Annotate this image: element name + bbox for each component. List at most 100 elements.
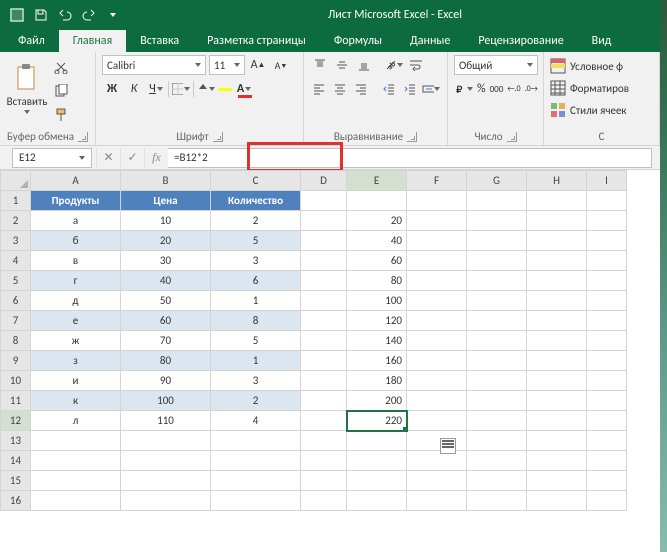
cell-H6[interactable] bbox=[527, 291, 587, 311]
cell-B15[interactable] bbox=[121, 471, 211, 491]
cell-A11[interactable]: к bbox=[31, 391, 121, 411]
row-header-4[interactable]: 4 bbox=[1, 251, 31, 271]
cell-E6[interactable]: 100 bbox=[347, 291, 407, 311]
cell-D14[interactable] bbox=[301, 451, 347, 471]
cell-G16[interactable] bbox=[467, 491, 527, 511]
align-center-icon[interactable] bbox=[331, 79, 350, 99]
cell-A1[interactable]: Продукты bbox=[31, 191, 121, 211]
cell-F9[interactable] bbox=[407, 351, 467, 371]
cell-C13[interactable] bbox=[211, 431, 301, 451]
cell-C12[interactable]: 4 bbox=[211, 411, 301, 431]
cell-H13[interactable] bbox=[527, 431, 587, 451]
cell-I16[interactable] bbox=[587, 491, 627, 511]
cell-E12[interactable]: 220 bbox=[347, 411, 407, 431]
cell-G3[interactable] bbox=[467, 231, 527, 251]
fill-color-icon[interactable] bbox=[196, 79, 216, 99]
merge-center-icon[interactable] bbox=[421, 79, 441, 99]
cell-E11[interactable]: 200 bbox=[347, 391, 407, 411]
align-right-icon[interactable] bbox=[351, 79, 370, 99]
cell-I6[interactable] bbox=[587, 291, 627, 311]
cell-F11[interactable] bbox=[407, 391, 467, 411]
cell-D1[interactable] bbox=[301, 191, 347, 211]
cell-B12[interactable]: 110 bbox=[121, 411, 211, 431]
cell-G7[interactable] bbox=[467, 311, 527, 331]
cell-A16[interactable] bbox=[31, 491, 121, 511]
cell-C11[interactable]: 2 bbox=[211, 391, 301, 411]
font-name-combo[interactable]: Calibri bbox=[102, 55, 206, 75]
cell-D4[interactable] bbox=[301, 251, 347, 271]
cell-C14[interactable] bbox=[211, 451, 301, 471]
redo-icon[interactable] bbox=[78, 4, 100, 26]
cell-F8[interactable] bbox=[407, 331, 467, 351]
cell-C10[interactable]: 3 bbox=[211, 371, 301, 391]
cell-G2[interactable] bbox=[467, 211, 527, 231]
font-dialog-launcher-icon[interactable] bbox=[213, 132, 223, 142]
cell-B3[interactable]: 20 bbox=[121, 231, 211, 251]
cell-E5[interactable]: 80 bbox=[347, 271, 407, 291]
cell-C9[interactable]: 1 bbox=[211, 351, 301, 371]
col-header-A[interactable]: A bbox=[31, 171, 121, 191]
cell-I14[interactable] bbox=[587, 451, 627, 471]
row-header-15[interactable]: 15 bbox=[1, 471, 31, 491]
save-icon[interactable] bbox=[30, 4, 52, 26]
col-header-I[interactable]: I bbox=[587, 171, 627, 191]
cell-I10[interactable] bbox=[587, 371, 627, 391]
increase-decimal-icon[interactable]: ←.0 bbox=[506, 79, 521, 99]
cell-A15[interactable] bbox=[31, 471, 121, 491]
cell-G4[interactable] bbox=[467, 251, 527, 271]
cell-D11[interactable] bbox=[301, 391, 347, 411]
fx-icon[interactable]: fx bbox=[144, 148, 168, 168]
cell-A4[interactable]: в bbox=[31, 251, 121, 271]
cell-A14[interactable] bbox=[31, 451, 121, 471]
row-header-14[interactable]: 14 bbox=[1, 451, 31, 471]
cell-F6[interactable] bbox=[407, 291, 467, 311]
cell-C6[interactable]: 1 bbox=[211, 291, 301, 311]
row-header-16[interactable]: 16 bbox=[1, 491, 31, 511]
cell-F7[interactable] bbox=[407, 311, 467, 331]
borders-icon[interactable] bbox=[171, 79, 191, 99]
enter-formula-icon[interactable]: ✓ bbox=[120, 148, 144, 168]
cell-G15[interactable] bbox=[467, 471, 527, 491]
tab-formulas[interactable]: Формулы bbox=[320, 30, 396, 52]
row-header-13[interactable]: 13 bbox=[1, 431, 31, 451]
cell-G6[interactable] bbox=[467, 291, 527, 311]
row-header-3[interactable]: 3 bbox=[1, 231, 31, 251]
cell-F3[interactable] bbox=[407, 231, 467, 251]
cell-H4[interactable] bbox=[527, 251, 587, 271]
cell-D16[interactable] bbox=[301, 491, 347, 511]
format-painter-icon[interactable] bbox=[50, 105, 72, 125]
cell-B5[interactable]: 40 bbox=[121, 271, 211, 291]
cell-E7[interactable]: 120 bbox=[347, 311, 407, 331]
cell-E10[interactable]: 180 bbox=[347, 371, 407, 391]
cancel-formula-icon[interactable]: ✕ bbox=[96, 148, 120, 168]
row-header-7[interactable]: 7 bbox=[1, 311, 31, 331]
copy-icon[interactable] bbox=[50, 81, 72, 101]
cell-A2[interactable]: а bbox=[31, 211, 121, 231]
align-left-icon[interactable] bbox=[310, 79, 329, 99]
tab-home[interactable]: Главная bbox=[59, 30, 126, 52]
cell-F5[interactable] bbox=[407, 271, 467, 291]
tab-insert[interactable]: Вставка bbox=[126, 30, 193, 52]
cell-H8[interactable] bbox=[527, 331, 587, 351]
cell-H1[interactable] bbox=[527, 191, 587, 211]
cell-H3[interactable] bbox=[527, 231, 587, 251]
undo-icon[interactable] bbox=[54, 4, 76, 26]
cell-B9[interactable]: 80 bbox=[121, 351, 211, 371]
cell-C8[interactable]: 5 bbox=[211, 331, 301, 351]
cell-A10[interactable]: и bbox=[31, 371, 121, 391]
cell-F1[interactable] bbox=[407, 191, 467, 211]
cell-F16[interactable] bbox=[407, 491, 467, 511]
cell-A12[interactable]: л bbox=[31, 411, 121, 431]
cell-I13[interactable] bbox=[587, 431, 627, 451]
cell-B11[interactable]: 100 bbox=[121, 391, 211, 411]
worksheet-area[interactable]: ABCDEFGHI1ПродуктыЦенаКоличество2а102203… bbox=[0, 170, 660, 511]
cell-G5[interactable] bbox=[467, 271, 527, 291]
col-header-G[interactable]: G bbox=[467, 171, 527, 191]
increase-font-icon[interactable]: A▲ bbox=[248, 55, 268, 75]
decrease-decimal-icon[interactable]: .0→ bbox=[524, 79, 539, 99]
conditional-formatting-button[interactable]: Условное ф bbox=[550, 55, 653, 77]
cell-I5[interactable] bbox=[587, 271, 627, 291]
cell-H15[interactable] bbox=[527, 471, 587, 491]
cell-C16[interactable] bbox=[211, 491, 301, 511]
cell-H11[interactable] bbox=[527, 391, 587, 411]
